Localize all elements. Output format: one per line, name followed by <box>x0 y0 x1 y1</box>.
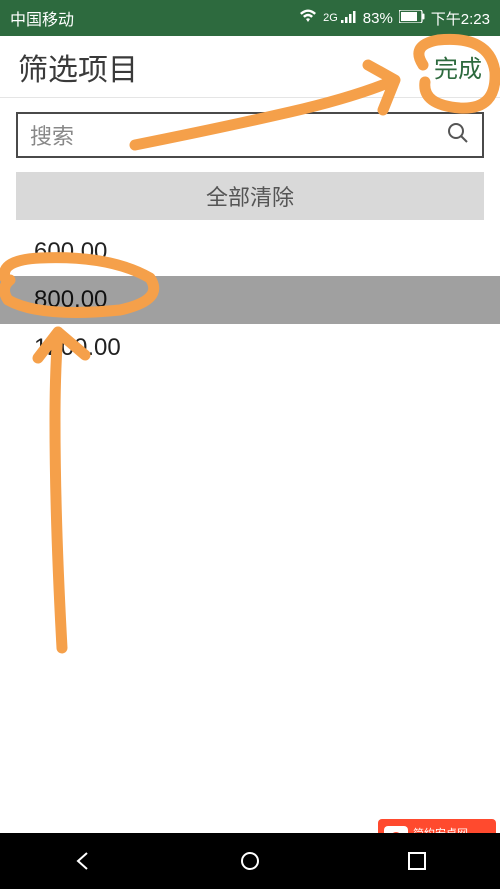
list-item[interactable]: 800.00 <box>0 276 500 324</box>
search-placeholder: 搜索 <box>30 119 446 151</box>
home-button[interactable] <box>220 841 280 881</box>
search-icon <box>446 121 470 150</box>
back-button[interactable] <box>53 841 113 881</box>
clear-all-button[interactable]: 全部清除 <box>16 172 484 220</box>
battery-label: 83% <box>363 10 393 27</box>
search-input[interactable]: 搜索 <box>16 112 484 158</box>
wifi-icon <box>299 9 317 27</box>
navigation-bar <box>0 833 500 889</box>
battery-icon <box>399 10 425 27</box>
filter-list: 600.00 800.00 1200.00 <box>0 220 500 380</box>
carrier-label: 中国移动 <box>10 6 299 30</box>
status-right: 2G 83% 下午2:23 <box>299 8 490 29</box>
status-bar: 中国移动 2G 83% 下午2:23 <box>0 0 500 36</box>
done-button[interactable]: 完成 <box>434 49 482 84</box>
signal-icon <box>341 10 357 27</box>
recent-button[interactable] <box>387 841 447 881</box>
search-container: 搜索 <box>0 98 500 172</box>
network-label: 2G <box>323 12 338 24</box>
page-title: 筛选项目 <box>18 45 434 89</box>
time-label: 下午2:23 <box>431 8 490 29</box>
list-item[interactable]: 1200.00 <box>0 324 500 372</box>
header: 筛选项目 完成 <box>0 36 500 98</box>
list-item[interactable]: 600.00 <box>0 228 500 276</box>
